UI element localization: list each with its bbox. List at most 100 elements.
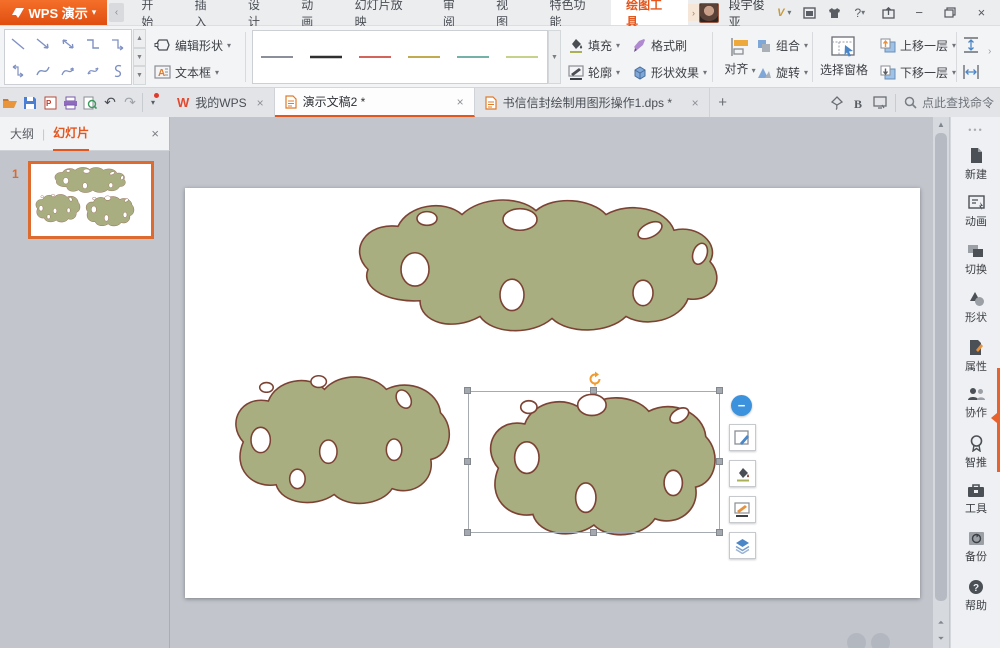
task-pane-collapse-arrow-icon[interactable] <box>991 413 997 423</box>
gallery-more-icon[interactable]: ▼ <box>133 66 146 85</box>
collapse-menu-button[interactable]: ‹ <box>109 3 125 22</box>
sidebar-item-backup[interactable]: 备份 <box>951 531 1000 575</box>
group-button[interactable]: 组合▾ <box>756 32 808 58</box>
quick-fill-button[interactable] <box>729 460 756 487</box>
distribute-vertical-icon[interactable] <box>962 32 980 58</box>
share-upload-icon[interactable] <box>878 3 899 23</box>
tab-close-icon[interactable]: × <box>692 96 699 110</box>
tab-outline[interactable]: 大纲 <box>10 117 34 151</box>
gallery-scroll-up-icon[interactable]: ▲ <box>133 29 146 48</box>
line-style-more-icon[interactable]: ▼ <box>548 30 561 84</box>
elbow-arrow-connector-shape[interactable] <box>106 30 131 57</box>
close-button[interactable]: × <box>971 3 992 23</box>
menu-home[interactable]: 开始 <box>126 0 179 25</box>
sidebar-item-help[interactable]: ? 帮助 <box>951 579 1000 623</box>
format-painter-button[interactable]: 格式刷 <box>632 32 687 58</box>
rotate-handle-icon[interactable] <box>587 371 603 387</box>
feedback-icon[interactable]: B <box>852 96 865 110</box>
tab-my-wps[interactable]: W 我的WPS × <box>167 88 275 117</box>
new-tab-button[interactable]: + <box>710 88 736 117</box>
elbow-double-arrow-shape[interactable] <box>5 57 30 84</box>
open-file-icon[interactable] <box>0 88 20 117</box>
sidebar-item-shapes[interactable]: 形状 <box>951 291 1000 335</box>
curved-arrow-connector-shape[interactable] <box>55 57 80 84</box>
collapse-toolbar-button[interactable]: − <box>731 395 752 416</box>
user-avatar[interactable] <box>699 3 718 23</box>
vertical-scrollbar[interactable]: ▲ ⏶ ⏷ <box>933 117 949 648</box>
tab-close-icon[interactable]: × <box>257 96 264 110</box>
gallery-scroll-down-icon[interactable]: ▼ <box>133 48 146 67</box>
minimize-button[interactable]: − <box>909 3 930 23</box>
calendar-icon[interactable] <box>801 6 816 20</box>
outline-button[interactable]: 轮廓▾ <box>568 59 620 85</box>
resize-handle-e[interactable] <box>716 458 723 465</box>
shape-style-button[interactable] <box>729 424 756 451</box>
ribbon-expander-chevron-icon[interactable]: › <box>988 46 991 57</box>
menu-design[interactable]: 设计 <box>233 0 286 25</box>
menu-drawing-tools[interactable]: 绘图工具 <box>611 0 688 25</box>
shape-effects-button[interactable]: 形状效果▾ <box>632 59 707 85</box>
layer-order-button[interactable] <box>729 532 756 559</box>
resize-handle-ne[interactable] <box>716 387 723 394</box>
cloud-shape-bottom-left[interactable] <box>222 366 454 512</box>
resize-handle-sw[interactable] <box>464 529 471 536</box>
edit-shape-button[interactable]: 编辑形状▾ <box>154 32 231 58</box>
help-menu-icon[interactable]: ?▾ <box>852 6 867 20</box>
sidebar-item-new[interactable]: 新建 <box>951 147 1000 191</box>
sidebar-item-properties[interactable]: 属性 <box>951 339 1000 383</box>
restore-button[interactable] <box>940 3 961 23</box>
sidebar-item-collaborate[interactable]: 协作 <box>951 387 1000 431</box>
print-icon[interactable] <box>60 88 80 117</box>
scroll-up-icon[interactable]: ▲ <box>933 117 949 132</box>
arrow-shape[interactable] <box>30 30 55 57</box>
rotate-button[interactable]: 旋转▾ <box>756 59 808 85</box>
line-shape[interactable] <box>5 30 30 57</box>
sidebar-item-smart-recommend[interactable]: 智推 <box>951 435 1000 479</box>
find-command-box[interactable]: 点此查找命令 <box>895 94 994 112</box>
sidebar-item-tools[interactable]: 工具 <box>951 483 1000 527</box>
distribute-horizontal-icon[interactable] <box>962 59 980 85</box>
line-style-4[interactable] <box>400 30 449 84</box>
slide-nav-next-button[interactable] <box>871 633 890 648</box>
cloud-shape-top[interactable] <box>340 193 725 338</box>
menu-insert[interactable]: 插入 <box>180 0 233 25</box>
panel-close-icon[interactable]: × <box>151 126 159 141</box>
save-icon[interactable] <box>20 88 40 117</box>
bring-forward-button[interactable]: 上移一层▾ <box>880 32 956 58</box>
slide-nav-prev-button[interactable] <box>847 633 866 648</box>
freeform-curve-shape[interactable] <box>106 57 131 84</box>
sidebar-drag-handle[interactable]: ••• <box>951 125 1000 135</box>
line-style-2[interactable] <box>302 30 351 84</box>
sidebar-item-animation[interactable]: 动画 <box>951 195 1000 239</box>
line-style-3[interactable] <box>351 30 400 84</box>
skin-shirt-icon[interactable] <box>827 6 842 20</box>
fill-button[interactable]: 填充▾ <box>568 32 620 58</box>
resize-handle-se[interactable] <box>716 529 723 536</box>
line-style-6[interactable] <box>498 30 547 84</box>
quick-outline-button[interactable] <box>729 496 756 523</box>
menu-special-features[interactable]: 特色功能 <box>534 0 611 25</box>
curved-double-arrow-shape[interactable] <box>81 57 106 84</box>
menu-review[interactable]: 审阅 <box>428 0 481 25</box>
tab-slides[interactable]: 幻灯片 <box>53 117 89 151</box>
export-pdf-icon[interactable]: P <box>40 88 60 117</box>
resize-handle-s[interactable] <box>590 529 597 536</box>
resize-handle-n[interactable] <box>590 387 597 394</box>
elbow-connector-shape[interactable] <box>81 30 106 57</box>
text-box-button[interactable]: A 文本框▾ <box>154 59 219 85</box>
undo-icon[interactable]: ↶ <box>100 88 120 117</box>
line-style-5[interactable] <box>449 30 498 84</box>
selection-pane-button[interactable]: 选择窗格 <box>816 30 872 84</box>
resize-handle-nw[interactable] <box>464 387 471 394</box>
line-style-1[interactable] <box>253 30 302 84</box>
menu-slideshow[interactable]: 幻灯片放映 <box>340 0 428 25</box>
curved-connector-shape[interactable] <box>30 57 55 84</box>
menu-animation[interactable]: 动画 <box>286 0 339 25</box>
sidebar-item-transition[interactable]: 切换 <box>951 243 1000 287</box>
quick-access-caret-icon[interactable]: ▾ <box>145 88 161 117</box>
tab-presentation2[interactable]: 演示文稿2 * × <box>275 88 475 117</box>
resize-handle-w[interactable] <box>464 458 471 465</box>
workspace-icon[interactable] <box>873 96 887 109</box>
print-preview-icon[interactable] <box>80 88 100 117</box>
menu-overflow-chevron-icon[interactable]: › <box>688 4 700 21</box>
